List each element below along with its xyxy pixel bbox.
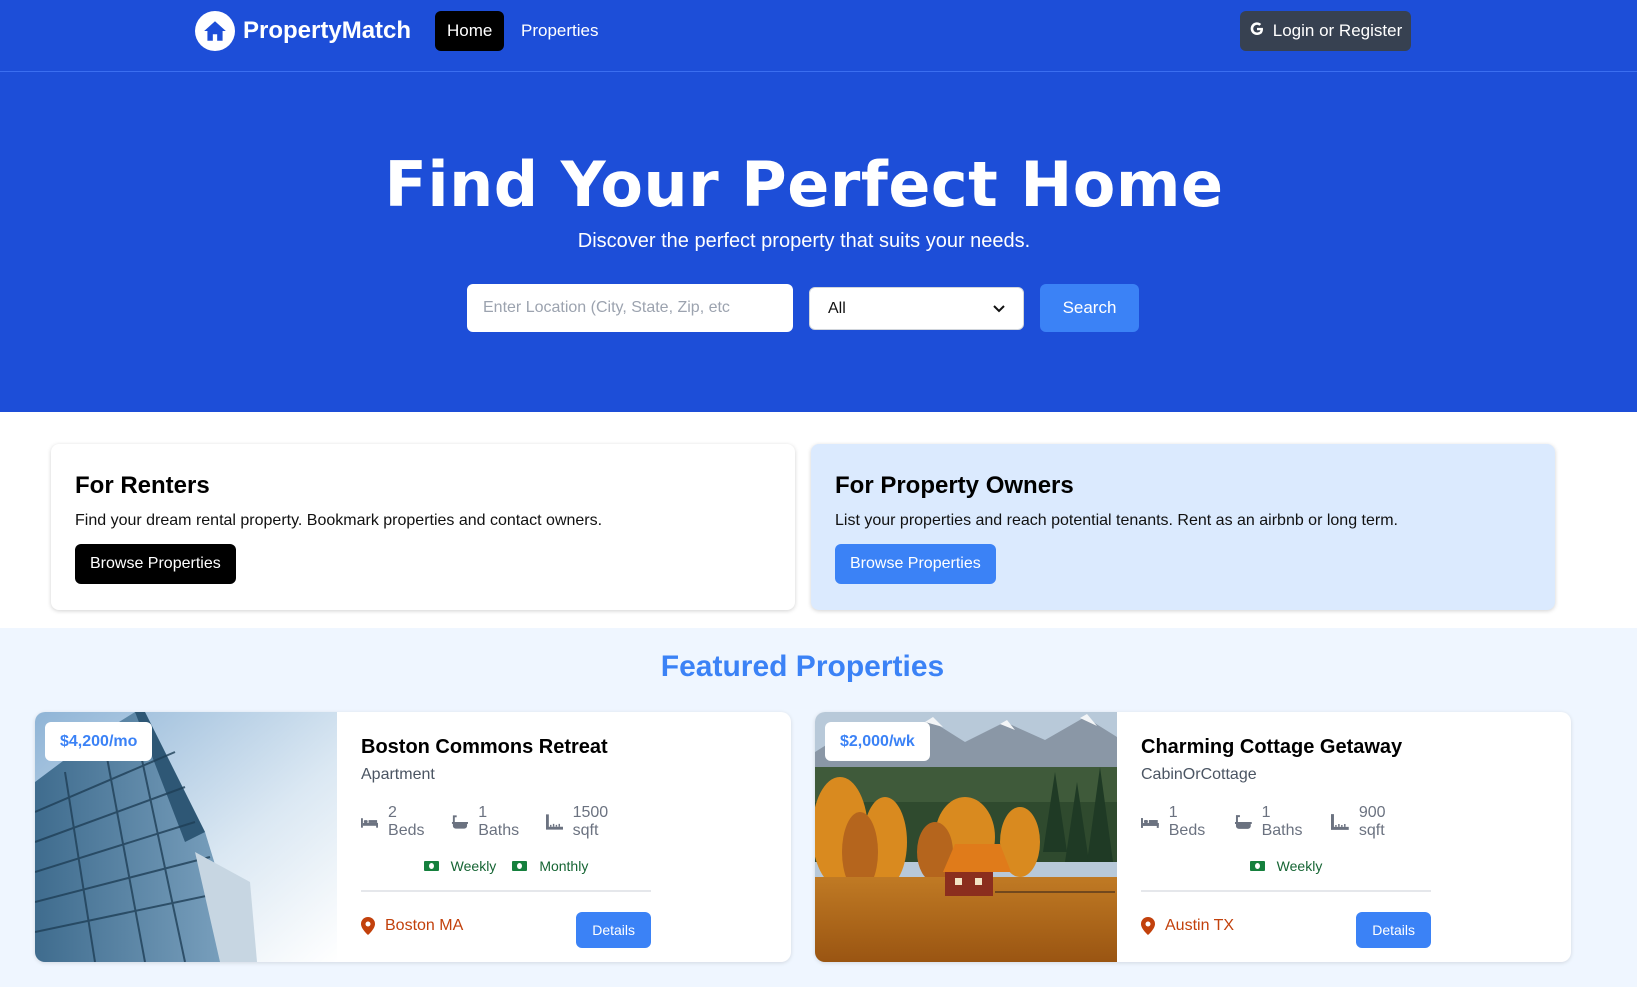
map-pin-icon <box>1141 917 1155 935</box>
beds-count: 2 Beds <box>388 804 425 839</box>
property-location: Austin TX <box>1141 917 1234 935</box>
ruler-icon <box>545 814 563 830</box>
nav-link-home[interactable]: Home <box>435 11 505 51</box>
chevron-down-icon <box>993 300 1005 318</box>
owners-card: For Property Owners List your properties… <box>811 444 1555 610</box>
property-body: Boston Commons Retreat Apartment 2 Beds … <box>361 736 651 948</box>
property-name[interactable]: Boston Commons Retreat <box>361 736 651 759</box>
info-section: For Renters Find your dream rental prope… <box>0 412 1637 628</box>
bath-icon <box>452 815 469 829</box>
price-badge: $4,200/mo <box>45 722 153 761</box>
owners-browse-button[interactable]: Browse Properties <box>835 544 996 584</box>
bath-icon <box>1234 815 1252 829</box>
property-body: Charming Cottage Getaway CabinOrCottage … <box>1141 736 1431 948</box>
bed-icon <box>1141 818 1159 828</box>
property-specs: 2 Beds 1 Baths 1500 sqft <box>361 804 651 840</box>
property-type-select[interactable]: All <box>809 287 1024 330</box>
property-location: Boston MA <box>361 917 463 935</box>
property-type: Apartment <box>361 766 435 783</box>
location-text: Boston MA <box>385 917 464 934</box>
search-button[interactable]: Search <box>1040 284 1139 332</box>
renters-card: For Renters Find your dream rental prope… <box>51 444 795 610</box>
featured-title: Featured Properties <box>660 650 945 683</box>
hero-section: Find Your Perfect Home Discover the perf… <box>0 72 1637 412</box>
house-icon <box>195 11 235 51</box>
owners-text: List your properties and reach potential… <box>835 512 1398 529</box>
location-search-input[interactable] <box>467 284 793 332</box>
property-card: $4,200/mo Boston Commons Retreat Apartme… <box>35 712 791 962</box>
ruler-icon <box>1331 814 1349 830</box>
hero-title: Find Your Perfect Home <box>384 148 1224 221</box>
location-text: Austin TX <box>1165 917 1235 934</box>
google-icon <box>1249 21 1265 42</box>
top-navbar: PropertyMatch Home Properties Login or R… <box>0 0 1637 72</box>
login-register-button[interactable]: Login or Register <box>1240 11 1411 51</box>
property-specs: 1 Beds 1 Baths 900 sqft <box>1141 804 1431 840</box>
renters-title: For Renters <box>75 472 210 499</box>
money-icon <box>423 861 439 871</box>
baths-count: 1 Baths <box>1261 804 1303 839</box>
property-image-building[interactable]: $4,200/mo <box>35 712 337 962</box>
owners-title: For Property Owners <box>835 472 1074 499</box>
beds-count: 1 Beds <box>1168 804 1206 839</box>
renters-browse-button[interactable]: Browse Properties <box>75 544 236 584</box>
details-button[interactable]: Details <box>576 912 651 948</box>
details-button[interactable]: Details <box>1356 912 1431 948</box>
baths-count: 1 Baths <box>478 804 520 839</box>
brand-logo-link[interactable]: PropertyMatch <box>195 11 411 51</box>
location-row: Austin TX Details <box>1141 912 1431 948</box>
property-type-selected: All <box>828 299 846 317</box>
nav-link-properties[interactable]: Properties <box>509 11 610 51</box>
location-row: Boston MA Details <box>361 912 651 948</box>
divider <box>1141 890 1431 892</box>
bed-icon <box>361 818 379 828</box>
sqft-value: 1500 sqft <box>572 804 609 839</box>
brand-name: PropertyMatch <box>243 17 412 44</box>
rate-weekly: Weekly <box>1276 858 1323 874</box>
rate-weekly: Weekly <box>450 858 497 874</box>
rate-monthly: Monthly <box>539 858 589 874</box>
divider <box>361 890 651 892</box>
rental-rates: Weekly Monthly <box>361 858 651 874</box>
money-icon <box>512 861 528 871</box>
renters-text: Find your dream rental property. Bookmar… <box>75 512 603 529</box>
property-name[interactable]: Charming Cottage Getaway <box>1141 736 1431 759</box>
map-pin-icon <box>361 917 375 935</box>
money-icon <box>1249 861 1265 871</box>
price-badge: $2,000/wk <box>825 722 930 761</box>
login-register-label: Login or Register <box>1272 21 1403 40</box>
property-card: $2,000/wk Charming Cottage Getaway Cabin… <box>815 712 1571 962</box>
rental-rates: Weekly <box>1141 858 1431 874</box>
property-image-cabin[interactable]: $2,000/wk <box>815 712 1117 962</box>
property-type: CabinOrCottage <box>1141 766 1257 783</box>
sqft-value: 900 sqft <box>1358 804 1386 839</box>
hero-subtitle: Discover the perfect property that suits… <box>577 230 1031 252</box>
